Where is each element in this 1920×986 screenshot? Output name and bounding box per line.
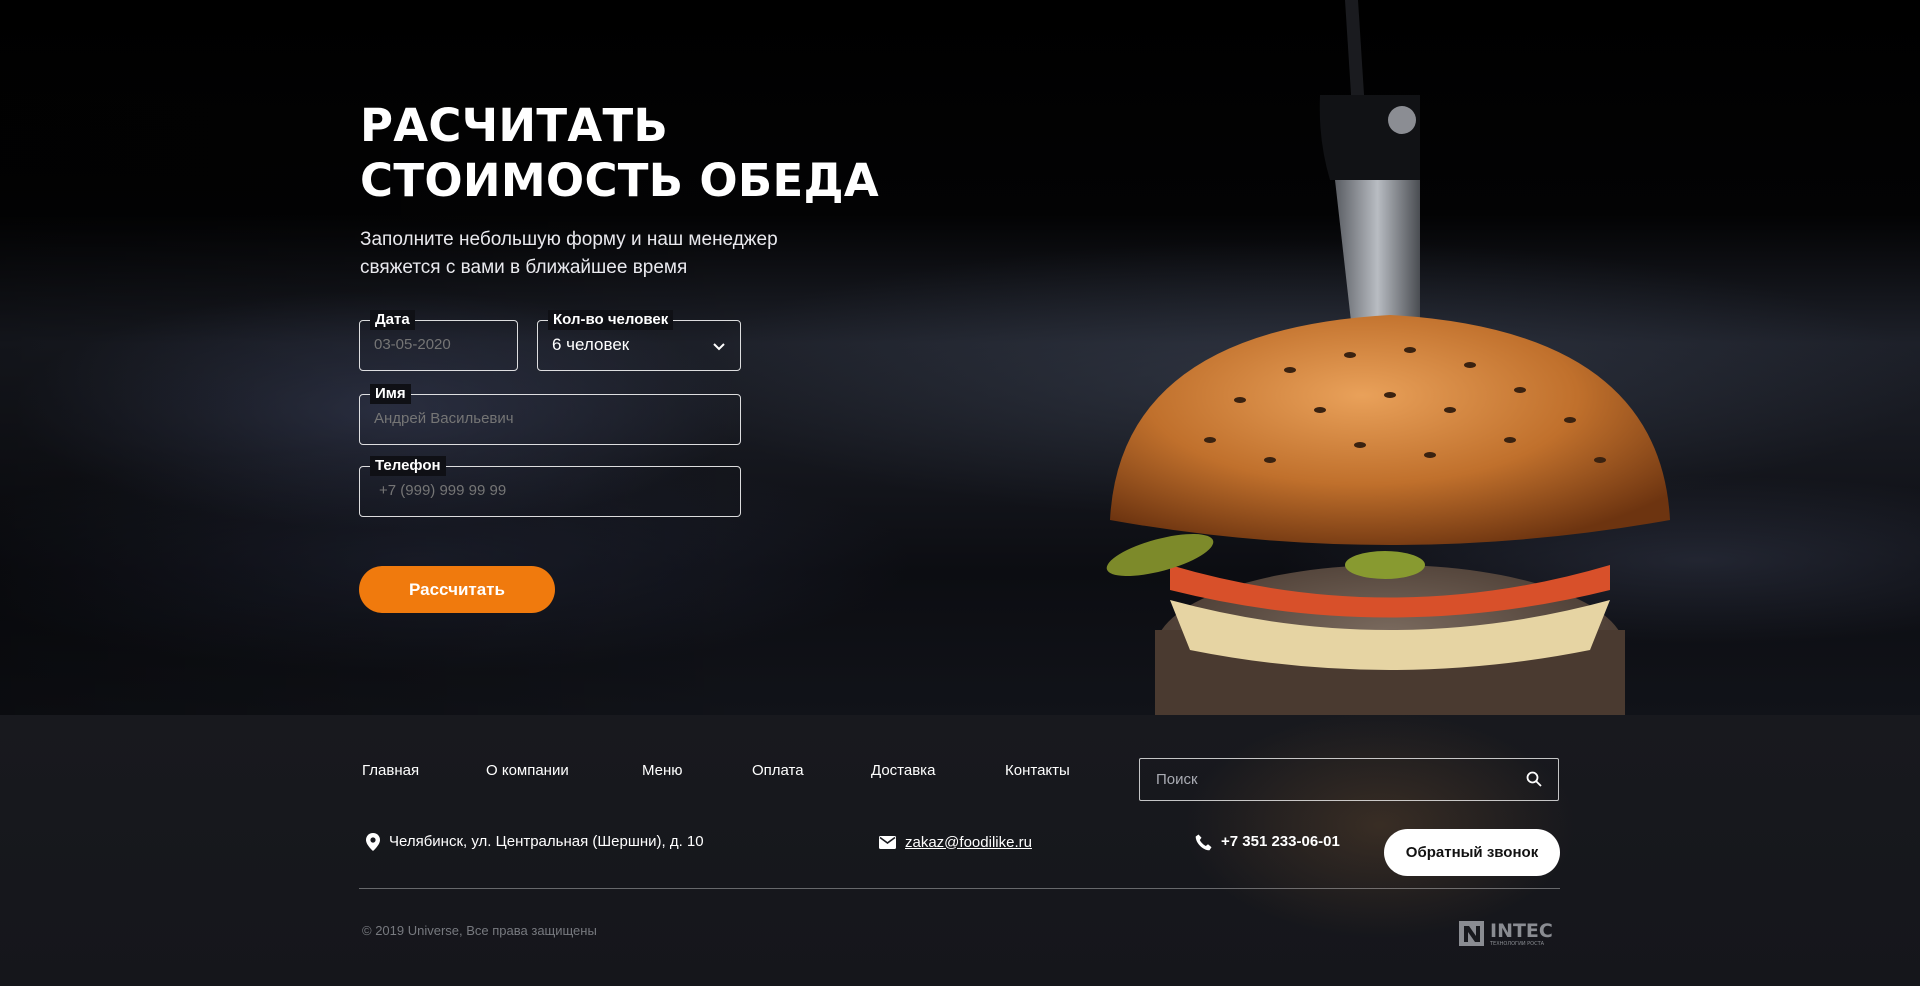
phone-icon [1195, 834, 1212, 850]
search-box [1139, 758, 1559, 801]
date-input[interactable] [374, 321, 500, 369]
nav-item-contacts[interactable]: Контакты [1005, 761, 1070, 781]
footer: Главная О компании Меню Оплата Доставка … [0, 715, 1920, 986]
page-title: РАСЧИТАТЬ СТОИМОСТЬ ОБЕДА [360, 99, 880, 207]
nav-item-home[interactable]: Главная [362, 761, 419, 781]
phone-block: +7 351 233-06-01 [1195, 832, 1340, 852]
name-input[interactable] [374, 395, 678, 443]
email-block: zakaz@foodilike.ru [879, 832, 1032, 852]
hero-overlay [0, 0, 1920, 715]
phone-number[interactable]: +7 351 233-06-01 [1221, 832, 1340, 852]
chevron-down-icon [713, 343, 725, 351]
nav-item-payment[interactable]: Оплата [752, 761, 804, 781]
guests-select[interactable]: Кол-во человек 6 человек [537, 310, 741, 371]
email-link[interactable]: zakaz@foodilike.ru [905, 834, 1032, 851]
search-input[interactable] [1156, 759, 1496, 799]
callback-button[interactable]: Обратный звонок [1384, 829, 1560, 876]
svg-text:INTEC: INTEC [1490, 920, 1553, 942]
nav-item-about[interactable]: О компании [486, 761, 569, 781]
calculate-button[interactable]: Рассчитать [359, 566, 555, 613]
copyright: © 2019 Universe, Все права защищены [362, 923, 597, 938]
map-pin-icon [366, 833, 380, 851]
phone-field[interactable]: Телефон [359, 456, 741, 517]
mail-icon [879, 835, 896, 849]
svg-text:ТЕХНОЛОГИИ РОСТА: ТЕХНОЛОГИИ РОСТА [1489, 941, 1545, 947]
address-block: Челябинск, ул. Центральная (Шершни), д. … [366, 832, 704, 852]
nav-item-menu[interactable]: Меню [642, 761, 683, 781]
nav-item-delivery[interactable]: Доставка [871, 761, 935, 781]
name-field[interactable]: Имя [359, 384, 741, 445]
address-text: Челябинск, ул. Центральная (Шершни), д. … [389, 833, 704, 850]
hero-section: РАСЧИТАТЬ СТОИМОСТЬ ОБЕДА Заполните небо… [0, 0, 1920, 715]
page-subtitle: Заполните небольшую форму и наш менеджер… [360, 229, 778, 278]
phone-input[interactable] [379, 467, 683, 515]
date-field[interactable]: Дата [359, 310, 518, 371]
guests-select-value: 6 человек [552, 335, 630, 354]
footer-divider [359, 888, 1560, 889]
search-icon[interactable] [1526, 771, 1542, 787]
intec-logo[interactable]: INTEC ТЕХНОЛОГИИ РОСТА [1459, 919, 1561, 947]
